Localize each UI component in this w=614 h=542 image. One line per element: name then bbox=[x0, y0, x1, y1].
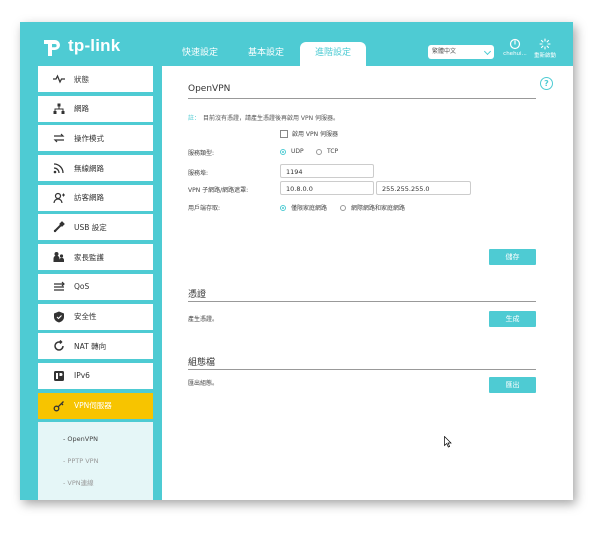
usb-icon bbox=[53, 221, 65, 233]
tab-quick-setup[interactable]: 快速設定 bbox=[168, 42, 232, 64]
radio-dot bbox=[340, 204, 346, 211]
save-button[interactable]: 儲存 bbox=[489, 249, 536, 265]
sidebar-item-label: 訪客網路 bbox=[74, 193, 104, 203]
sidebar-item-usb[interactable]: USB 設定 bbox=[38, 214, 153, 241]
sidebar-item-guest-network[interactable]: 訪客網路 bbox=[38, 184, 153, 211]
sidebar-item-label: 狀態 bbox=[74, 74, 89, 84]
sidebar-item-status[interactable]: 狀態 bbox=[38, 66, 153, 92]
language-select[interactable]: 繁體中文 bbox=[428, 45, 494, 59]
vpn-netmask-input[interactable]: 255.255.255.0 bbox=[376, 181, 471, 195]
logout-icon bbox=[509, 38, 521, 50]
ipv6-icon bbox=[53, 370, 65, 382]
config-file-title: 組態檔 bbox=[188, 358, 216, 368]
sidebar-item-label: 無線網路 bbox=[74, 163, 104, 173]
udp-label: UDP bbox=[291, 148, 304, 155]
vpn-subnet-input[interactable]: 10.8.0.0 bbox=[280, 181, 374, 195]
enable-vpn-checkbox[interactable]: 啟用 VPN 伺服器 bbox=[280, 129, 338, 138]
enable-vpn-label: 啟用 VPN 伺服器 bbox=[292, 131, 339, 138]
nat-icon bbox=[53, 340, 65, 352]
sidebar-item-label: QoS bbox=[74, 282, 90, 292]
sidebar-item-qos[interactable]: QoS bbox=[38, 273, 153, 300]
service-type-udp-radio[interactable]: UDP bbox=[280, 148, 304, 155]
top-tabs: 快速設定 基本設定 進階設定 bbox=[168, 42, 368, 66]
submenu-item-openvpn[interactable]: - OpenVPN bbox=[38, 430, 153, 452]
sidebar-item-label: USB 設定 bbox=[74, 222, 107, 232]
sidebar-item-label: VPN伺服器 bbox=[74, 401, 112, 411]
tab-advanced[interactable]: 進階設定 bbox=[300, 42, 366, 66]
openvpn-note: 註： 目前沒有憑證，請產生憑證後再啟用 VPN 伺服器。 bbox=[188, 113, 339, 122]
divider bbox=[188, 301, 536, 302]
export-config-button[interactable]: 匯出 bbox=[489, 377, 536, 393]
router-admin-window: tp-link 快速設定 基本設定 進階設定 繁體中文 chehui... 重新… bbox=[20, 22, 573, 500]
sidebar-item-security[interactable]: 安全性 bbox=[38, 303, 153, 330]
openvpn-title: OpenVPN bbox=[188, 84, 231, 94]
tcp-label: TCP bbox=[327, 148, 339, 155]
access-home-label: 僅限家庭網路 bbox=[291, 205, 328, 212]
sidebar-item-ipv6[interactable]: IPv6 bbox=[38, 362, 153, 389]
sidebar-item-vpn-server[interactable]: VPN伺服器 bbox=[38, 392, 153, 419]
mode-switch-icon bbox=[53, 132, 65, 144]
reboot-button[interactable]: 重新啟動 bbox=[533, 38, 557, 59]
client-access-home-radio[interactable]: 僅限家庭網路 bbox=[280, 203, 327, 212]
radio-dot bbox=[280, 148, 286, 155]
tp-link-logo: tp-link bbox=[40, 34, 120, 58]
reboot-label: 重新啟動 bbox=[533, 53, 556, 59]
sidebar-item-nat-forwarding[interactable]: NAT 轉向 bbox=[38, 333, 153, 360]
wifi-icon bbox=[53, 162, 65, 174]
sidebar-item-label: NAT 轉向 bbox=[74, 341, 107, 351]
tp-link-logo-icon bbox=[40, 34, 64, 58]
vpn-submenu: - OpenVPN - PPTP VPN - VPN連線 bbox=[38, 422, 153, 500]
service-port-label: 服務埠: bbox=[188, 170, 209, 177]
main-panel: OpenVPN ? 註： 目前沒有憑證，請產生憑證後再啟用 VPN 伺服器。 啟用… bbox=[162, 66, 573, 500]
service-port-input[interactable]: 1194 bbox=[280, 164, 374, 178]
sidebar: 狀態 網路 操作模式 無線網路 訪客網路 USB 設定 家長監護 QoS 安全性… bbox=[38, 66, 153, 500]
access-internet-label: 網際網路和家庭網路 bbox=[351, 205, 406, 212]
guest-icon bbox=[53, 192, 65, 204]
sidebar-item-wireless[interactable]: 無線網路 bbox=[38, 155, 153, 182]
brand-name: tp-link bbox=[68, 36, 121, 55]
certificate-label: 產生憑證。 bbox=[188, 316, 219, 323]
language-value: 繁體中文 bbox=[432, 48, 457, 55]
vpn-key-icon bbox=[53, 400, 65, 412]
radio-dot bbox=[316, 148, 322, 155]
note-label: 註： bbox=[188, 115, 201, 122]
sidebar-item-label: 操作模式 bbox=[74, 133, 104, 143]
sidebar-item-label: 安全性 bbox=[74, 312, 97, 321]
service-type-label: 服務類型: bbox=[188, 150, 215, 157]
sidebar-item-parental-controls[interactable]: 家長監護 bbox=[38, 244, 153, 271]
mouse-cursor-icon bbox=[444, 436, 452, 448]
submenu-item-vpn-connections[interactable]: - VPN連線 bbox=[38, 474, 153, 496]
generate-certificate-button[interactable]: 生成 bbox=[489, 311, 536, 327]
divider bbox=[188, 98, 536, 99]
reboot-icon bbox=[539, 38, 551, 50]
help-icon[interactable]: ? bbox=[540, 77, 553, 90]
divider bbox=[188, 369, 536, 370]
client-access-internet-radio[interactable]: 網際網路和家庭網路 bbox=[340, 203, 405, 212]
sidebar-item-label: 家長監護 bbox=[74, 252, 104, 262]
sidebar-item-label: 網路 bbox=[74, 104, 89, 114]
vpn-subnet-label: VPN 子網路/網路遮罩: bbox=[188, 187, 249, 194]
radio-dot bbox=[280, 204, 286, 211]
logout-button[interactable]: chehui... bbox=[503, 38, 527, 57]
service-type-tcp-radio[interactable]: TCP bbox=[316, 148, 338, 155]
sidebar-item-label: IPv6 bbox=[74, 371, 90, 381]
family-icon bbox=[53, 251, 65, 263]
config-file-label: 匯出組態。 bbox=[188, 380, 219, 387]
sidebar-item-network[interactable]: 網路 bbox=[38, 95, 153, 122]
chevron-down-icon bbox=[483, 47, 492, 56]
checkbox-box[interactable] bbox=[280, 129, 288, 138]
qos-icon bbox=[53, 281, 65, 293]
note-text: 目前沒有憑證，請產生憑證後再啟用 VPN 伺服器。 bbox=[203, 115, 340, 122]
submenu-item-pptp-vpn[interactable]: - PPTP VPN bbox=[38, 452, 153, 474]
client-access-label: 用戶端存取: bbox=[188, 205, 221, 212]
pulse-icon bbox=[53, 73, 65, 85]
certificate-title: 憑證 bbox=[188, 290, 207, 300]
sidebar-item-operation-mode[interactable]: 操作模式 bbox=[38, 125, 153, 152]
tab-basic[interactable]: 基本設定 bbox=[234, 42, 298, 64]
logout-label: chehui... bbox=[503, 51, 527, 57]
network-icon bbox=[53, 103, 65, 115]
shield-icon bbox=[53, 311, 65, 323]
